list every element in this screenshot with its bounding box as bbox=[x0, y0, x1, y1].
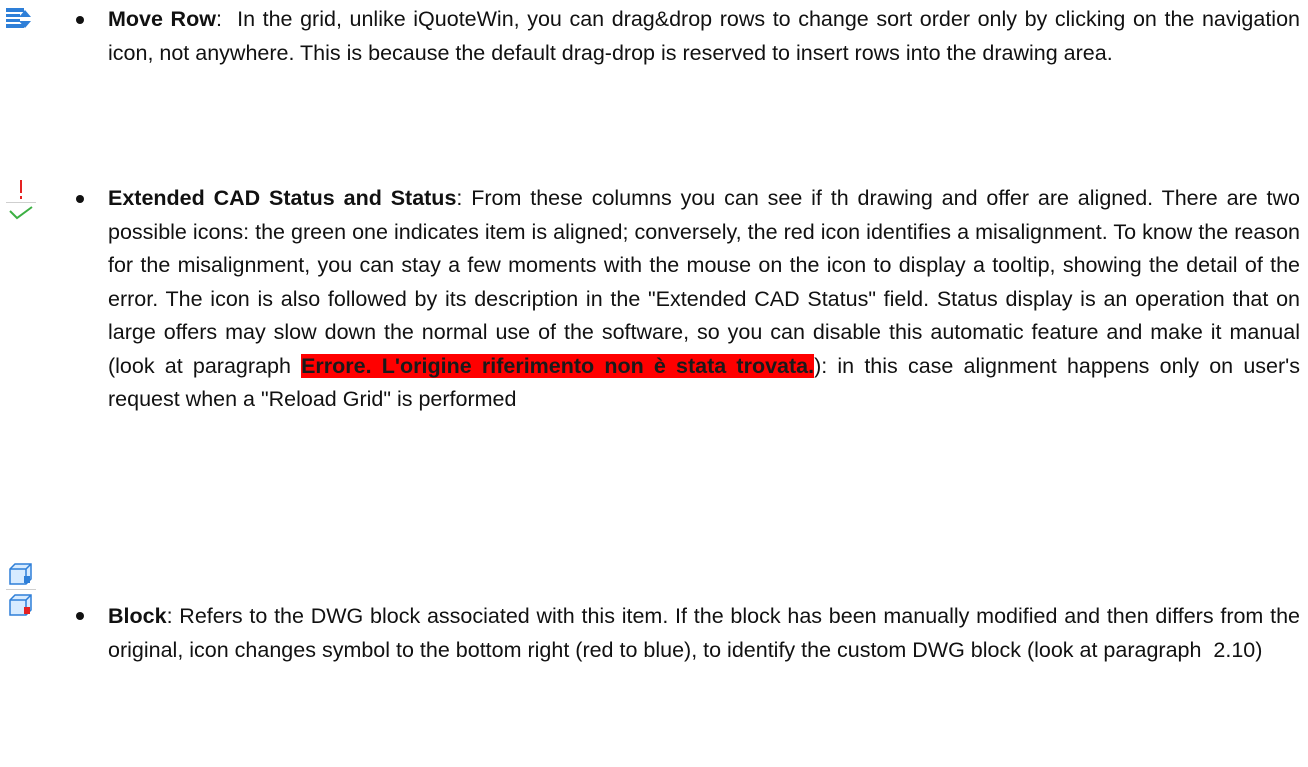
bullet bbox=[76, 16, 84, 24]
status-icons bbox=[6, 180, 36, 220]
paragraph-move-row: Move Row: In the grid, unlike iQuoteWin,… bbox=[108, 3, 1300, 70]
bullet bbox=[76, 195, 84, 203]
block-red-icon bbox=[9, 594, 36, 616]
divider bbox=[6, 202, 36, 203]
description-cad-status: From these columns you can see if th dra… bbox=[108, 186, 1300, 378]
separator: : bbox=[215, 7, 238, 31]
block-icons bbox=[6, 563, 36, 616]
description-block: Refers to the DWG block associated with … bbox=[108, 604, 1306, 662]
block-blue-icon bbox=[9, 563, 36, 585]
paragraph-block: Block: Refers to the DWG block associate… bbox=[108, 600, 1300, 667]
checkmark-icon bbox=[9, 206, 36, 220]
exclamation-icon bbox=[18, 180, 36, 200]
paragraph-cad-status: Extended CAD Status and Status: From the… bbox=[108, 182, 1300, 417]
term-cad-status: Extended CAD Status and Status bbox=[108, 186, 457, 210]
separator: : bbox=[166, 604, 180, 628]
term-block: Block bbox=[108, 604, 167, 628]
term-move-row: Move Row bbox=[108, 7, 216, 31]
bullet bbox=[76, 612, 84, 620]
description-move-row: In the grid, unlike iQuoteWin, you can d… bbox=[108, 7, 1300, 65]
divider bbox=[6, 589, 36, 590]
separator: : bbox=[456, 186, 472, 210]
move-row-icon bbox=[6, 8, 32, 30]
error-reference: Errore. L'origine riferimento non è stat… bbox=[301, 353, 815, 378]
